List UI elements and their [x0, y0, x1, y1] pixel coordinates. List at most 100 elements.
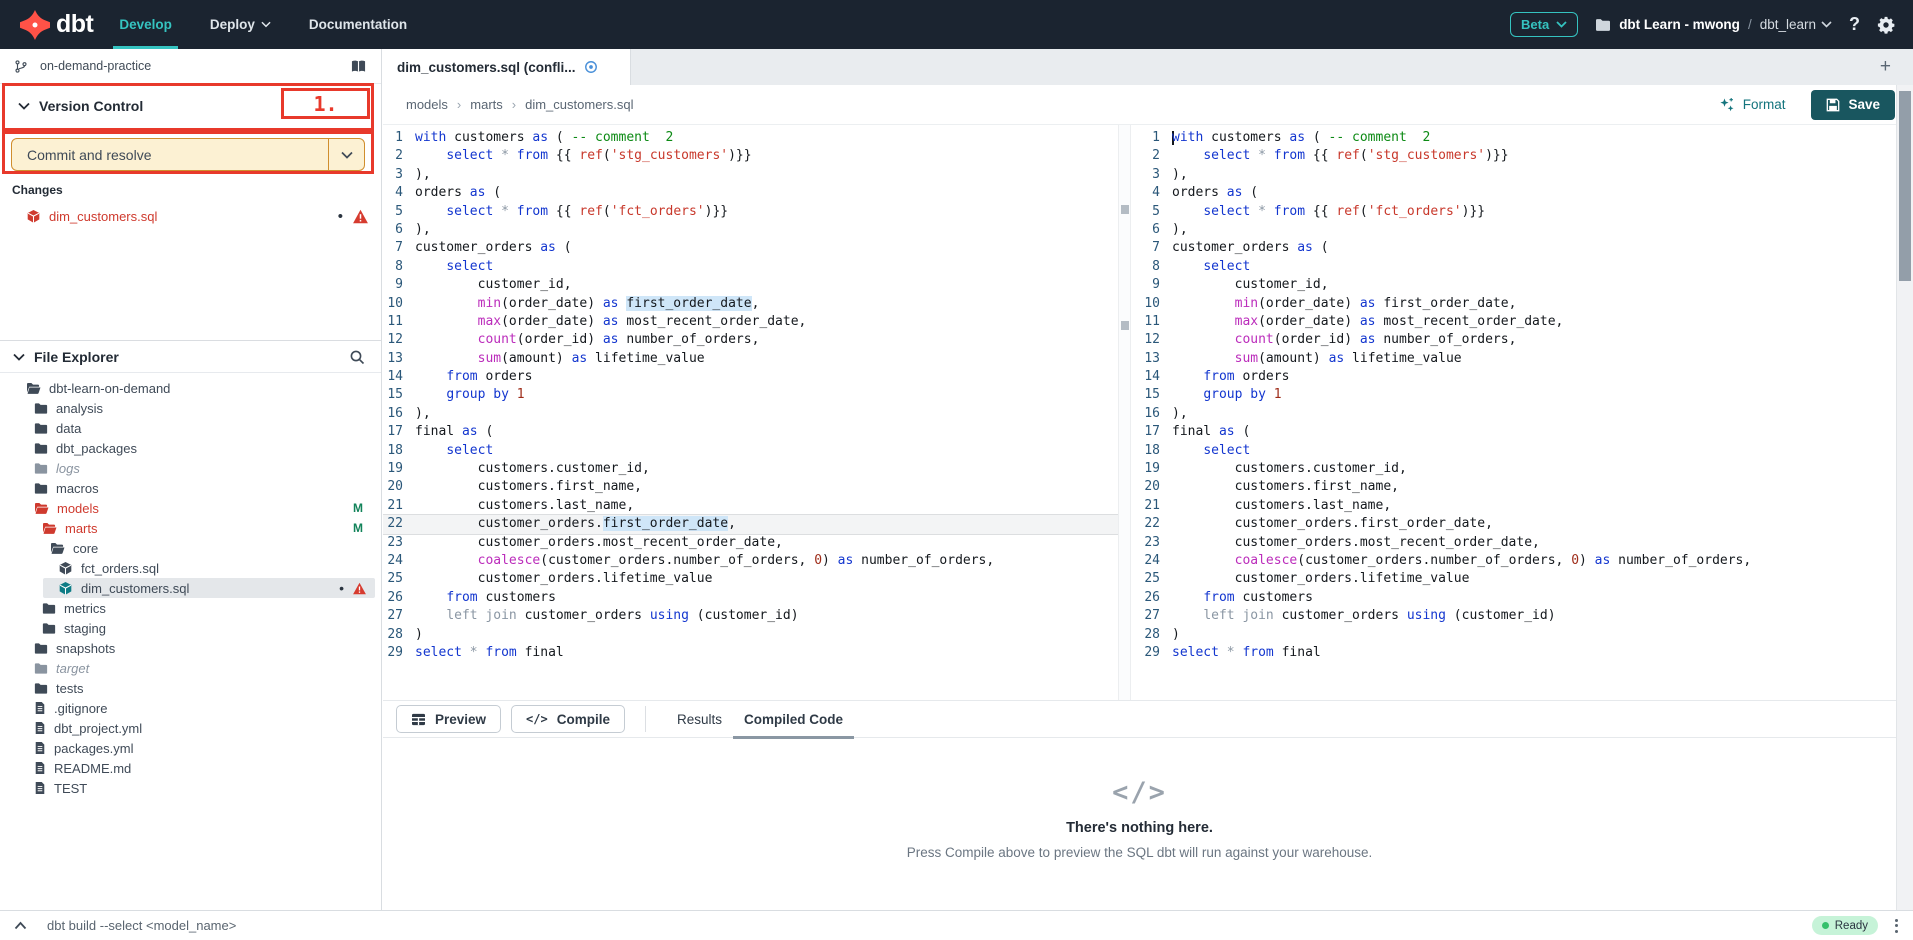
code-line-9[interactable]: 9 customer_id, [1140, 276, 1896, 294]
code-line-2[interactable]: 2 select * from {{ ref('stg_customers')}… [1140, 147, 1896, 165]
tree-item-dbt_project.yml[interactable]: dbt_project.yml [0, 718, 381, 738]
editor-scrollbar[interactable] [1119, 125, 1131, 700]
chevron-up-icon[interactable] [14, 921, 27, 930]
code-line-4[interactable]: 4orders as ( [383, 184, 1118, 202]
search-icon[interactable] [349, 349, 365, 365]
nav-item-develop[interactable]: Develop [119, 0, 172, 49]
code-line-3[interactable]: 3), [1140, 166, 1896, 184]
code-line-21[interactable]: 21 customers.last_name, [1140, 497, 1896, 515]
breadcrumb-item-models[interactable]: models [406, 97, 448, 112]
code-line-27[interactable]: 27 left join customer_orders using (cust… [1140, 607, 1896, 625]
window-scrollbar[interactable] [1896, 85, 1913, 910]
code-line-16[interactable]: 16), [1140, 405, 1896, 423]
tree-item-metrics[interactable]: metrics [0, 598, 381, 618]
save-button[interactable]: Save [1811, 90, 1895, 120]
code-line-6[interactable]: 6), [1140, 221, 1896, 239]
tree-item-marts[interactable]: martsM [0, 518, 381, 538]
changed-file-row[interactable]: dim_customers.sql • [0, 204, 381, 228]
tree-item-dbt_packages[interactable]: dbt_packages [0, 438, 381, 458]
code-line-14[interactable]: 14 from orders [1140, 368, 1896, 386]
nav-item-deploy[interactable]: Deploy [210, 0, 271, 49]
code-line-17[interactable]: 17final as ( [1140, 423, 1896, 441]
editor-tab-dim-customers[interactable]: dim_customers.sql (confli... [383, 49, 631, 85]
code-line-26[interactable]: 26 from customers [1140, 589, 1896, 607]
code-line-18[interactable]: 18 select [1140, 442, 1896, 460]
breadcrumb-item-dim_customers.sql[interactable]: dim_customers.sql [525, 97, 633, 112]
code-line-27[interactable]: 27 left join customer_orders using (cust… [383, 607, 1118, 625]
compile-button[interactable]: </> Compile [511, 705, 625, 733]
code-line-15[interactable]: 15 group by 1 [383, 386, 1118, 404]
code-line-8[interactable]: 8 select [383, 258, 1118, 276]
tree-item-packages.yml[interactable]: packages.yml [0, 738, 381, 758]
help-icon[interactable]: ? [1849, 14, 1860, 35]
tree-item-core[interactable]: core [0, 538, 381, 558]
window-scrollbar-thumb[interactable] [1899, 91, 1911, 281]
code-line-23[interactable]: 23 customer_orders.most_recent_order_dat… [1140, 534, 1896, 552]
beta-dropdown[interactable]: Beta [1510, 12, 1578, 37]
tree-item-dim_customers.sql[interactable]: dim_customers.sql• [43, 578, 375, 598]
code-line-29[interactable]: 29select * from final [1140, 644, 1896, 662]
code-line-25[interactable]: 25 customer_orders.lifetime_value [1140, 570, 1896, 588]
code-line-3[interactable]: 3), [383, 166, 1118, 184]
code-line-13[interactable]: 13 sum(amount) as lifetime_value [1140, 350, 1896, 368]
code-line-22[interactable]: 22 customer_orders.first_order_date, [383, 515, 1118, 533]
code-line-1[interactable]: 1with customers as ( -- comment 2 [1140, 129, 1896, 147]
code-line-6[interactable]: 6), [383, 221, 1118, 239]
code-line-29[interactable]: 29select * from final [383, 644, 1118, 662]
nav-item-documentation[interactable]: Documentation [309, 0, 407, 49]
code-line-25[interactable]: 25 customer_orders.lifetime_value [383, 570, 1118, 588]
tree-item-staging[interactable]: staging [0, 618, 381, 638]
code-line-2[interactable]: 2 select * from {{ ref('stg_customers')}… [383, 147, 1118, 165]
commit-and-resolve-button[interactable]: Commit and resolve [11, 138, 365, 171]
code-line-12[interactable]: 12 count(order_id) as number_of_orders, [1140, 331, 1896, 349]
tab-results[interactable]: Results [666, 700, 733, 738]
tree-item-snapshots[interactable]: snapshots [0, 638, 381, 658]
code-editor-left[interactable]: 1with customers as ( -- comment 22 selec… [383, 125, 1119, 700]
code-line-7[interactable]: 7customer_orders as ( [383, 239, 1118, 257]
code-line-26[interactable]: 26 from customers [383, 589, 1118, 607]
preview-button[interactable]: Preview [396, 705, 501, 733]
tree-item-README.md[interactable]: README.md [0, 758, 381, 778]
code-line-24[interactable]: 24 coalesce(customer_orders.number_of_or… [383, 552, 1118, 570]
tree-item-logs[interactable]: logs [0, 458, 381, 478]
code-line-24[interactable]: 24 coalesce(customer_orders.number_of_or… [1140, 552, 1896, 570]
code-line-20[interactable]: 20 customers.first_name, [383, 478, 1118, 496]
breadcrumb-item-marts[interactable]: marts [470, 97, 503, 112]
code-line-8[interactable]: 8 select [1140, 258, 1896, 276]
code-line-5[interactable]: 5 select * from {{ ref('fct_orders')}} [1140, 203, 1896, 221]
tree-item-fct_orders.sql[interactable]: fct_orders.sql [0, 558, 381, 578]
format-button[interactable]: Format [1719, 97, 1786, 113]
code-line-12[interactable]: 12 count(order_id) as number_of_orders, [383, 331, 1118, 349]
code-line-1[interactable]: 1with customers as ( -- comment 2 [383, 129, 1118, 147]
dbt-logo[interactable]: dbt [0, 10, 119, 40]
tree-item-tests[interactable]: tests [0, 678, 381, 698]
tree-item-data[interactable]: data [0, 418, 381, 438]
code-line-11[interactable]: 11 max(order_date) as most_recent_order_… [383, 313, 1118, 331]
code-line-17[interactable]: 17final as ( [383, 423, 1118, 441]
new-tab-button[interactable]: + [1880, 49, 1891, 85]
tree-item-dbt-learn-on-demand[interactable]: dbt-learn-on-demand [0, 378, 381, 398]
tree-item-target[interactable]: target [0, 658, 381, 678]
code-line-20[interactable]: 20 customers.first_name, [1140, 478, 1896, 496]
commit-dropdown-chevron[interactable] [328, 139, 364, 170]
code-editor-right[interactable]: 1with customers as ( -- comment 22 selec… [1140, 125, 1896, 700]
git-branch-row[interactable]: on-demand-practice [0, 49, 381, 84]
tree-item-analysis[interactable]: analysis [0, 398, 381, 418]
code-line-19[interactable]: 19 customers.customer_id, [383, 460, 1118, 478]
code-line-15[interactable]: 15 group by 1 [1140, 386, 1896, 404]
command-input[interactable]: dbt build --select <model_name> [47, 918, 1812, 933]
code-line-4[interactable]: 4orders as ( [1140, 184, 1896, 202]
file-explorer-header[interactable]: File Explorer [0, 341, 381, 373]
code-line-23[interactable]: 23 customer_orders.most_recent_order_dat… [383, 534, 1118, 552]
code-line-28[interactable]: 28) [1140, 626, 1896, 644]
code-line-18[interactable]: 18 select [383, 442, 1118, 460]
tree-item-TEST[interactable]: TEST [0, 778, 381, 798]
kebab-menu-icon[interactable] [1892, 916, 1901, 936]
code-line-22[interactable]: 22 customer_orders.first_order_date, [1140, 515, 1896, 533]
docs-book-icon[interactable] [350, 59, 367, 74]
code-line-10[interactable]: 10 min(order_date) as first_order_date, [1140, 295, 1896, 313]
code-line-28[interactable]: 28) [383, 626, 1118, 644]
code-line-19[interactable]: 19 customers.customer_id, [1140, 460, 1896, 478]
settings-gear-icon[interactable] [1877, 16, 1895, 34]
code-line-21[interactable]: 21 customers.last_name, [383, 497, 1118, 515]
